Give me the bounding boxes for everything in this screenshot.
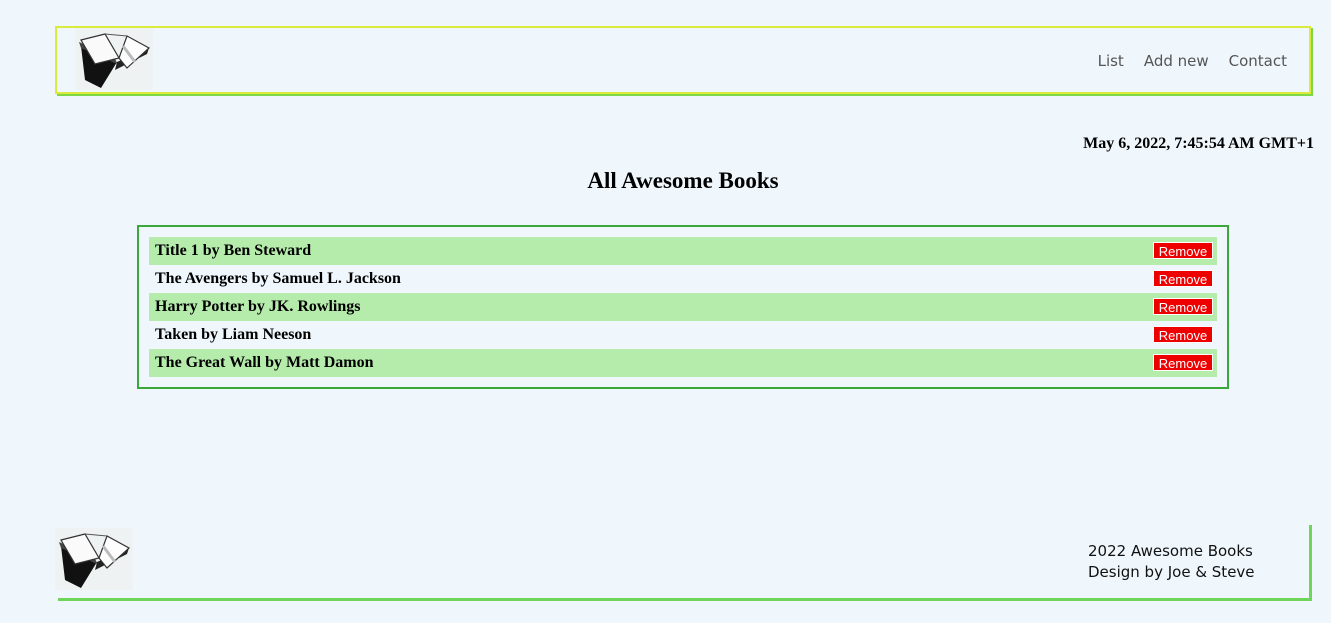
book-list: Title 1 by Ben Steward Remove The Avenge…	[137, 225, 1229, 389]
book-row: The Avengers by Samuel L. Jackson Remove	[149, 265, 1217, 293]
book-title: The Great Wall by Matt Damon	[155, 354, 374, 371]
open-book-icon	[59, 533, 131, 588]
book-row: Title 1 by Ben Steward Remove	[149, 237, 1217, 265]
book-row: Harry Potter by JK. Rowlings Remove	[149, 293, 1217, 321]
header: List Add new Contact	[55, 26, 1311, 94]
logo[interactable]	[75, 28, 153, 90]
book-row: The Great Wall by Matt Damon Remove	[149, 349, 1217, 377]
main-nav: List Add new Contact	[1098, 52, 1287, 70]
book-title: Taken by Liam Neeson	[155, 326, 312, 343]
footer-text: 2022 Awesome Books Design by Joe & Steve	[1088, 541, 1255, 583]
book-row: Taken by Liam Neeson Remove	[149, 321, 1217, 349]
book-title: Title 1 by Ben Steward	[155, 242, 312, 259]
book-title: Harry Potter by JK. Rowlings	[155, 298, 361, 315]
remove-button[interactable]: Remove	[1153, 326, 1213, 343]
footer-logo	[55, 528, 133, 590]
open-book-icon	[79, 33, 151, 88]
remove-button[interactable]: Remove	[1153, 242, 1213, 259]
remove-button[interactable]: Remove	[1153, 270, 1213, 287]
current-datetime: May 6, 2022, 7:45:54 AM GMT+1	[1083, 135, 1314, 152]
footer-copyright: 2022 Awesome Books	[1088, 542, 1253, 560]
nav-contact-link[interactable]: Contact	[1229, 52, 1287, 70]
book-title: The Avengers by Samuel L. Jackson	[155, 270, 401, 287]
nav-list-link[interactable]: List	[1098, 52, 1124, 70]
footer: 2022 Awesome Books Design by Joe & Steve	[55, 525, 1312, 601]
page-title: All Awesome Books	[587, 168, 779, 193]
footer-credits: Design by Joe & Steve	[1088, 563, 1255, 581]
remove-button[interactable]: Remove	[1153, 298, 1213, 315]
remove-button[interactable]: Remove	[1153, 354, 1213, 371]
nav-add-new-link[interactable]: Add new	[1144, 52, 1209, 70]
